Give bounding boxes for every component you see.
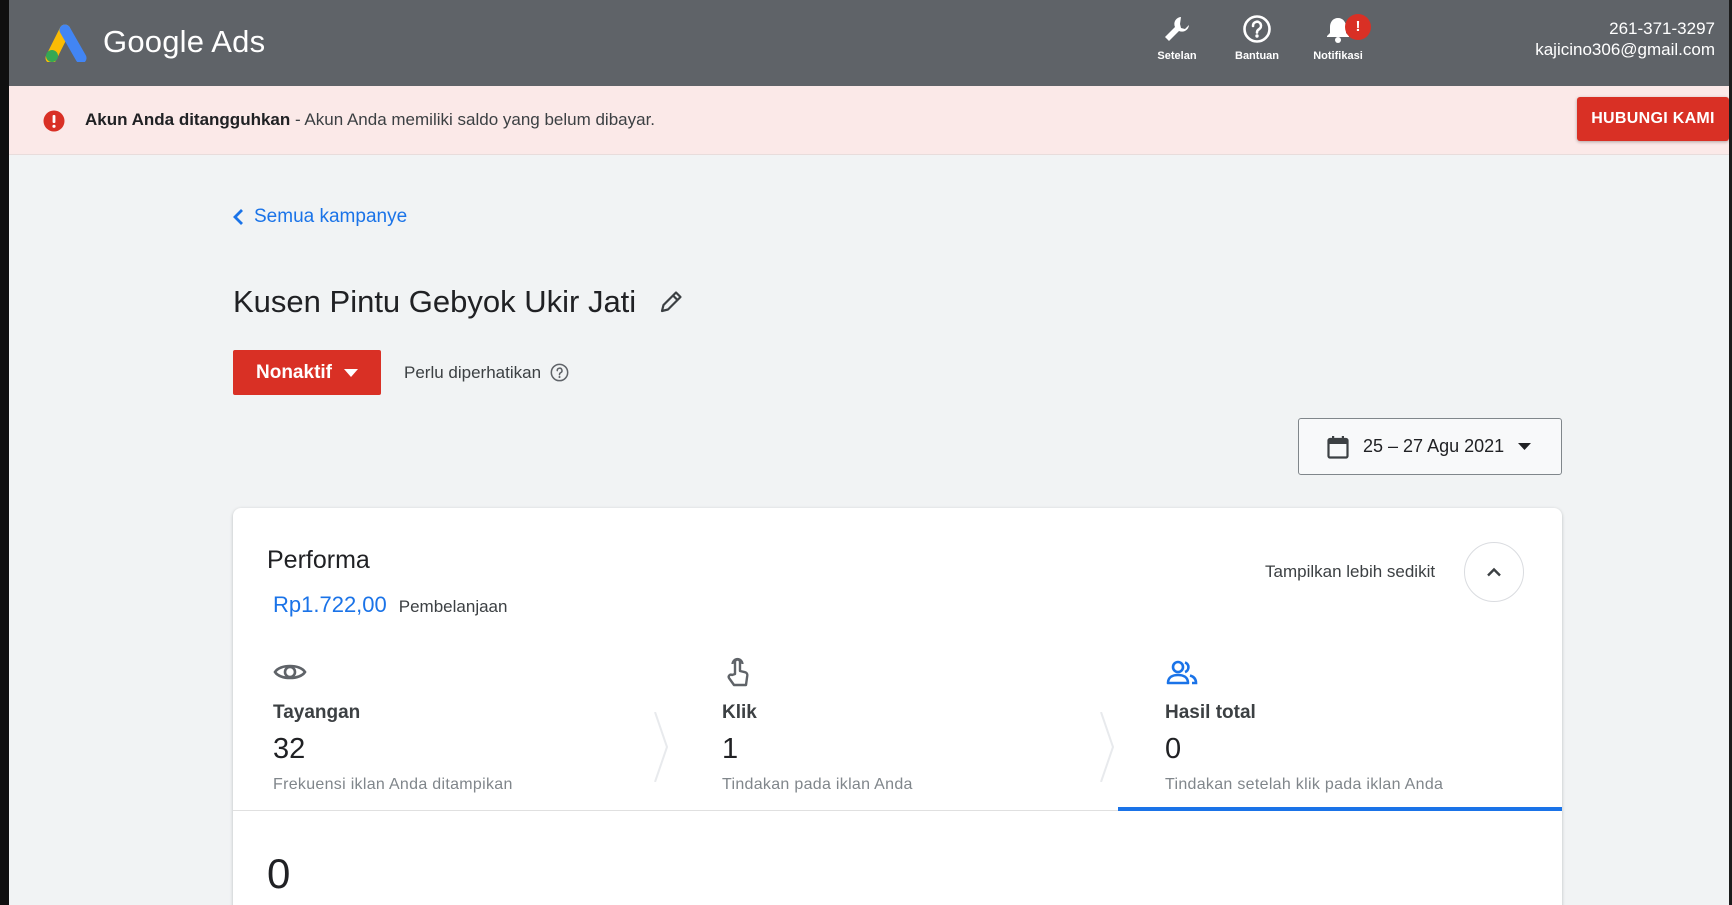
metric-description: Tindakan setelah klik pada iklan Anda — [1165, 776, 1444, 793]
spend-value: Rp1.722,00 — [273, 592, 387, 617]
show-less-label[interactable]: Tampilkan lebih sedikit — [1265, 562, 1435, 582]
collapse-button[interactable] — [1464, 542, 1524, 602]
caret-down-icon — [1518, 443, 1532, 450]
status-hint: Perlu diperhatikan — [404, 363, 569, 383]
account-email: kajicino306@gmail.com — [1535, 40, 1715, 59]
back-link-label: Semua kampanye — [254, 206, 408, 227]
caret-down-icon — [344, 368, 358, 377]
notification-badge: ! — [1345, 14, 1371, 40]
notifications-label: Notifikasi — [1313, 50, 1363, 62]
metric-description: Tindakan pada iklan Anda — [722, 776, 913, 793]
notifications-tool-button[interactable]: ! Notifikasi — [1303, 14, 1373, 62]
metric-label: Hasil total — [1165, 702, 1256, 723]
metric-clicks[interactable]: Klik 1 Tindakan pada iklan Anda — [722, 656, 1122, 806]
chevron-up-icon — [1487, 567, 1501, 577]
date-range-label: 25 – 27 Agu 2021 — [1363, 436, 1505, 456]
help-tool-button[interactable]: Bantuan — [1222, 14, 1292, 62]
settings-label: Setelan — [1157, 50, 1197, 62]
metric-value: 32 — [273, 733, 306, 765]
spend-summary: Rp1.722,00 Pembelanjaan — [273, 592, 507, 618]
metric-value: 0 — [1165, 733, 1182, 765]
performance-card: Performa Rp1.722,00 Pembelanjaan Tampilk… — [233, 508, 1562, 905]
alert-title: Akun Anda ditangguhkan — [85, 110, 291, 129]
pointer-hand-icon — [727, 657, 749, 687]
google-ads-logo[interactable] — [43, 22, 91, 62]
metric-label: Klik — [722, 702, 757, 723]
performance-title: Performa — [267, 546, 370, 574]
spend-label: Pembelanjaan — [398, 597, 508, 616]
contact-us-button[interactable]: HUBUNGI KAMI — [1577, 97, 1729, 141]
eye-icon — [273, 664, 307, 680]
campaign-title-row: Kusen Pintu Gebyok Ukir Jati — [233, 284, 684, 320]
metric-label: Tayangan — [273, 702, 361, 723]
status-dropdown-button[interactable]: Nonaktif — [233, 350, 381, 395]
chevron-right-divider — [654, 712, 669, 782]
date-range-picker[interactable]: 25 – 27 Agu 2021 — [1298, 418, 1562, 475]
back-to-campaigns-link[interactable]: Semua kampanye — [232, 206, 407, 228]
account-switcher[interactable]: 261-371-3297 kajicino306@gmail.com — [1535, 18, 1715, 60]
active-metric-indicator — [1118, 807, 1562, 811]
help-outline-icon[interactable] — [550, 363, 569, 382]
people-icon — [1166, 660, 1198, 685]
chevron-right-divider — [1100, 712, 1115, 782]
wrench-icon — [1165, 17, 1189, 41]
alert-detail: - Akun Anda memiliki saldo yang belum di… — [290, 110, 656, 129]
status-hint-label: Perlu diperhatikan — [404, 362, 542, 382]
metric-description: Frekuensi iklan Anda ditampikan — [273, 776, 513, 793]
alert-message: Akun Anda ditangguhkan - Akun Anda memil… — [85, 110, 655, 130]
error-icon — [43, 110, 65, 132]
status-label: Nonaktif — [256, 361, 332, 383]
settings-tool-button[interactable]: Setelan — [1142, 14, 1212, 62]
chart-summary-value: 0 — [267, 850, 291, 897]
customer-id: 261-371-3297 — [1609, 19, 1715, 38]
window-left-edge — [0, 0, 9, 905]
help-circle-icon — [1243, 15, 1271, 43]
top-app-bar: Google Ads Setelan Bantuan ! Notifikasi … — [9, 0, 1729, 86]
metric-impressions[interactable]: Tayangan 32 Frekuensi iklan Anda ditampi… — [273, 656, 673, 806]
help-label: Bantuan — [1235, 50, 1279, 62]
calendar-icon — [1327, 435, 1349, 459]
edit-pencil-icon[interactable] — [658, 289, 684, 315]
metric-total-results[interactable]: Hasil total 0 Tindakan setelah klik pada… — [1165, 656, 1565, 806]
account-suspended-banner: Akun Anda ditangguhkan - Akun Anda memil… — [9, 86, 1729, 155]
campaign-status-row: Nonaktif Perlu diperhatikan — [233, 350, 569, 395]
chevron-left-icon — [233, 209, 243, 225]
campaign-title: Kusen Pintu Gebyok Ukir Jati — [233, 284, 637, 319]
metric-value: 1 — [722, 733, 739, 765]
product-name: Google Ads — [103, 24, 266, 59]
